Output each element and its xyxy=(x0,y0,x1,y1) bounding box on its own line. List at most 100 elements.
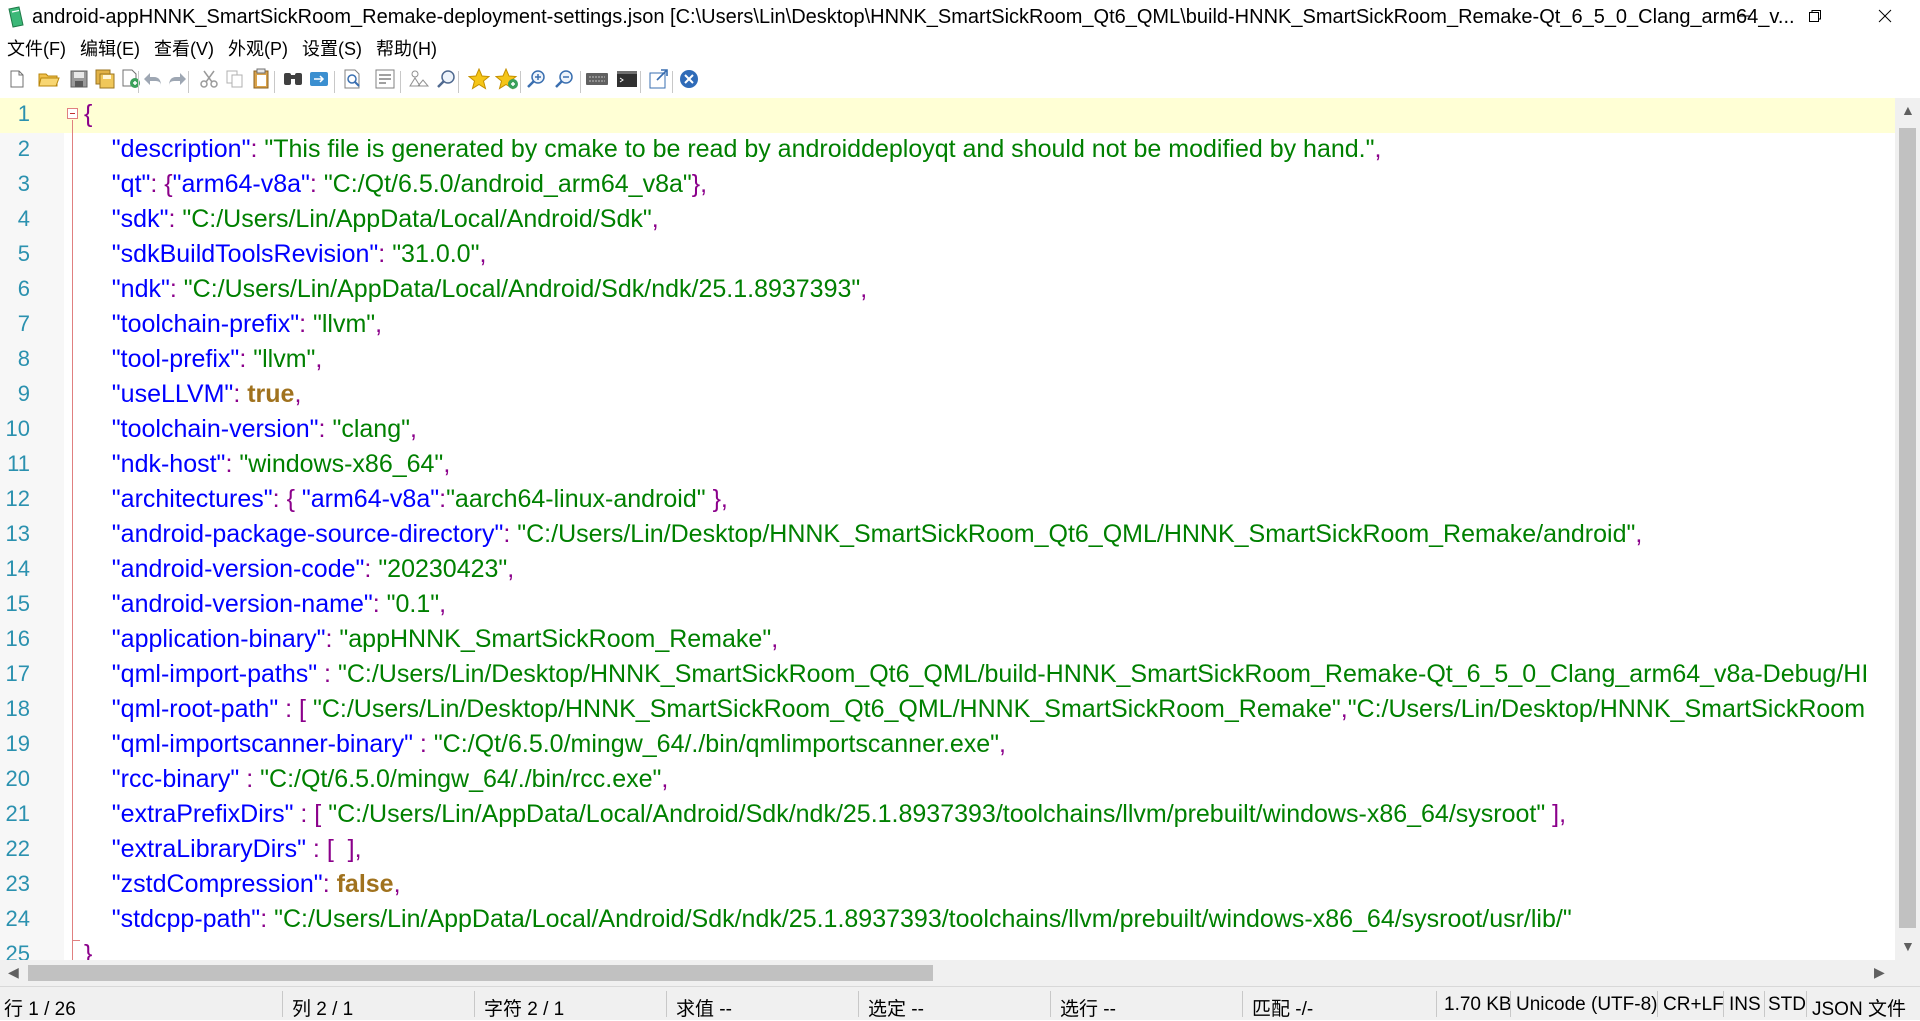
code-token: } xyxy=(84,940,93,960)
code-token: , xyxy=(393,870,401,898)
line-number: 8 xyxy=(17,346,30,371)
code-line[interactable]: 6 "ndk": "C:/Users/Lin/AppData/Local/And… xyxy=(0,273,1895,308)
status-ins[interactable]: INS xyxy=(1729,994,1761,1016)
save-button[interactable] xyxy=(66,68,92,94)
code-line[interactable]: 23 "zstdCompression": false, xyxy=(0,868,1895,903)
status-eol[interactable]: CR+LF xyxy=(1663,994,1724,1016)
code-token: "stdcpp-path" xyxy=(111,905,261,933)
code-token: "sdkBuildToolsRevision" xyxy=(111,240,379,268)
code-line[interactable]: 13 "android-package-source-directory": "… xyxy=(0,518,1895,553)
undo-button[interactable] xyxy=(140,68,166,94)
status-separator xyxy=(1436,991,1437,1017)
code-token: : xyxy=(250,135,265,163)
menu-bar: 文件(F) 编辑(E) 查看(V) 外观(P) 设置(S) 帮助(H) xyxy=(0,36,1920,62)
code-line[interactable]: 10 "toolchain-version": "clang", xyxy=(0,413,1895,448)
code-token: "20230423" xyxy=(378,555,508,583)
export-button[interactable] xyxy=(646,68,672,94)
status-line: 行 1 / 26 xyxy=(4,999,76,1020)
status-match: 匹配 -/- xyxy=(1252,999,1314,1020)
goto-line-button[interactable] xyxy=(372,68,398,94)
menu-file[interactable]: 文件(F) xyxy=(0,36,73,62)
paste-button[interactable] xyxy=(248,68,274,94)
code-line[interactable]: 5 "sdkBuildToolsRevision": "31.0.0", xyxy=(0,238,1895,273)
horizontal-scroll-thumb[interactable] xyxy=(28,965,933,981)
scroll-left-icon[interactable]: ◀ xyxy=(8,964,19,981)
code-line[interactable]: 24 "stdcpp-path": "C:/Users/Lin/AppData/… xyxy=(0,903,1895,938)
zoom-out-button[interactable] xyxy=(552,68,578,94)
code-line[interactable]: 8 "tool-prefix": "llvm", xyxy=(0,343,1895,378)
add-favorite-button[interactable] xyxy=(494,67,520,94)
undo-icon xyxy=(142,70,164,93)
code-line[interactable]: 11 "ndk-host": "windows-x86_64", xyxy=(0,448,1895,483)
code-line[interactable]: 2 "description": "This file is generated… xyxy=(0,133,1895,168)
copy-button[interactable] xyxy=(222,68,248,94)
find-in-files-button[interactable] xyxy=(340,68,366,94)
menu-appearance[interactable]: 外观(P) xyxy=(221,36,295,62)
close-button[interactable] xyxy=(1850,0,1920,36)
code-line[interactable]: 3 "qt": {"arm64-v8a": "C:/Qt/6.5.0/andro… xyxy=(0,168,1895,203)
minimize-icon xyxy=(1738,9,1752,28)
code-line[interactable]: 21 "extraPrefixDirs" : [ "C:/Users/Lin/A… xyxy=(0,798,1895,833)
line-content: "zstdCompression": false, xyxy=(84,870,401,899)
keyboard-button[interactable] xyxy=(584,68,610,94)
line-content: "toolchain-version": "clang", xyxy=(84,415,417,444)
line-content: "extraLibraryDirs" : [ ], xyxy=(84,835,362,864)
minimize-button[interactable] xyxy=(1710,0,1780,36)
code-line[interactable]: 16 "application-binary": "appHNNK_SmartS… xyxy=(0,623,1895,658)
favorite-button[interactable] xyxy=(466,67,492,94)
redo-button[interactable] xyxy=(164,68,190,94)
close-file-button[interactable] xyxy=(676,68,702,94)
status-encoding[interactable]: Unicode (UTF-8) xyxy=(1516,994,1657,1016)
scroll-right-icon[interactable]: ▶ xyxy=(1874,964,1885,981)
find-button[interactable] xyxy=(280,68,306,94)
replace-button[interactable] xyxy=(306,68,332,94)
zoom-find-button[interactable] xyxy=(434,68,460,94)
terminal-button[interactable] xyxy=(614,68,640,94)
restore-button[interactable] xyxy=(1780,0,1850,36)
vertical-scrollbar[interactable]: ▲ ▼ xyxy=(1895,98,1920,960)
cut-button[interactable] xyxy=(196,68,222,94)
code-line[interactable]: 14 "android-version-code": "20230423", xyxy=(0,553,1895,588)
menu-view[interactable]: 查看(V) xyxy=(147,36,221,62)
code-line[interactable]: 15 "android-version-name": "0.1", xyxy=(0,588,1895,623)
code-editor[interactable]: 1{2 "description": "This file is generat… xyxy=(0,98,1920,960)
fold-toggle-icon[interactable] xyxy=(67,108,78,119)
zoom-in-button[interactable] xyxy=(524,68,550,94)
code-line[interactable]: 25} xyxy=(0,938,1895,960)
code-lines[interactable]: 1{2 "description": "This file is generat… xyxy=(0,98,1895,960)
code-line[interactable]: 19 "qml-importscanner-binary" : "C:/Qt/6… xyxy=(0,728,1895,763)
code-line[interactable]: 7 "toolchain-prefix": "llvm", xyxy=(0,308,1895,343)
code-token: "ndk" xyxy=(111,275,170,303)
code-token: : xyxy=(309,170,324,198)
toolbar-separator xyxy=(580,71,581,93)
code-line[interactable]: 20 "rcc-binary" : "C:/Qt/6.5.0/mingw_64/… xyxy=(0,763,1895,798)
scroll-up-icon[interactable]: ▲ xyxy=(1901,102,1915,118)
code-line[interactable]: 1{ xyxy=(0,98,1895,133)
code-token: "0.1" xyxy=(386,590,440,618)
line-content: "android-version-code": "20230423", xyxy=(84,555,514,584)
code-line[interactable]: 9 "useLLVM": true, xyxy=(0,378,1895,413)
menu-help[interactable]: 帮助(H) xyxy=(369,36,444,62)
code-line[interactable]: 4 "sdk": "C:/Users/Lin/AppData/Local/And… xyxy=(0,203,1895,238)
code-line[interactable]: 12 "architectures": { "arm64-v8a":"aarch… xyxy=(0,483,1895,518)
vertical-scroll-thumb[interactable] xyxy=(1899,128,1916,928)
line-number: 19 xyxy=(5,731,30,756)
status-filetype[interactable]: JSON 文件 xyxy=(1812,994,1906,1021)
menu-edit[interactable]: 编辑(E) xyxy=(73,36,147,62)
open-button[interactable] xyxy=(36,68,62,94)
menu-settings[interactable]: 设置(S) xyxy=(295,36,369,62)
code-line[interactable]: 18 "qml-root-path" : [ "C:/Users/Lin/Des… xyxy=(0,693,1895,728)
code-line[interactable]: 17 "qml-import-paths" : "C:/Users/Lin/De… xyxy=(0,658,1895,693)
replace-icon xyxy=(308,69,330,94)
scroll-down-icon[interactable]: ▼ xyxy=(1901,938,1915,954)
horizontal-scrollbar[interactable]: ◀ ▶ xyxy=(0,960,1895,986)
save-all-button[interactable] xyxy=(92,68,118,94)
new-file-button[interactable] xyxy=(4,68,30,94)
word-wrap-button[interactable] xyxy=(406,68,432,94)
code-token: "clang" xyxy=(332,415,410,443)
code-line[interactable]: 22 "extraLibraryDirs" : [ ], xyxy=(0,833,1895,868)
